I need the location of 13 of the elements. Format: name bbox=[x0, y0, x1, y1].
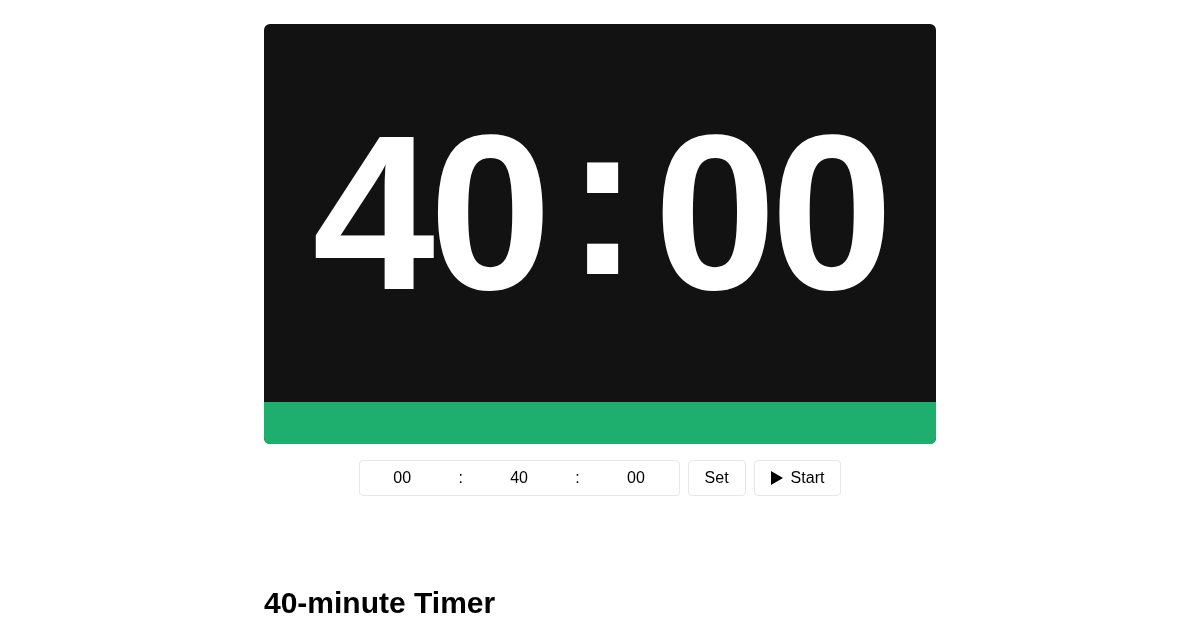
time-input-field[interactable]: 00 : 40 : 00 bbox=[358, 460, 680, 496]
colon: : bbox=[458, 468, 463, 488]
page-heading: 40-minute Timer bbox=[264, 588, 497, 618]
minutes-value: 40 bbox=[510, 468, 528, 488]
play-icon bbox=[770, 471, 783, 485]
minutes-digits: 40 bbox=[312, 103, 547, 323]
colon: : bbox=[566, 88, 634, 323]
hours-value: 00 bbox=[393, 468, 412, 488]
seconds-value: 00 bbox=[627, 468, 645, 488]
set-button[interactable]: Set bbox=[687, 460, 746, 496]
colon: : bbox=[575, 468, 580, 488]
seconds-digits: 00 bbox=[653, 103, 888, 323]
start-button[interactable]: Start bbox=[753, 460, 842, 496]
